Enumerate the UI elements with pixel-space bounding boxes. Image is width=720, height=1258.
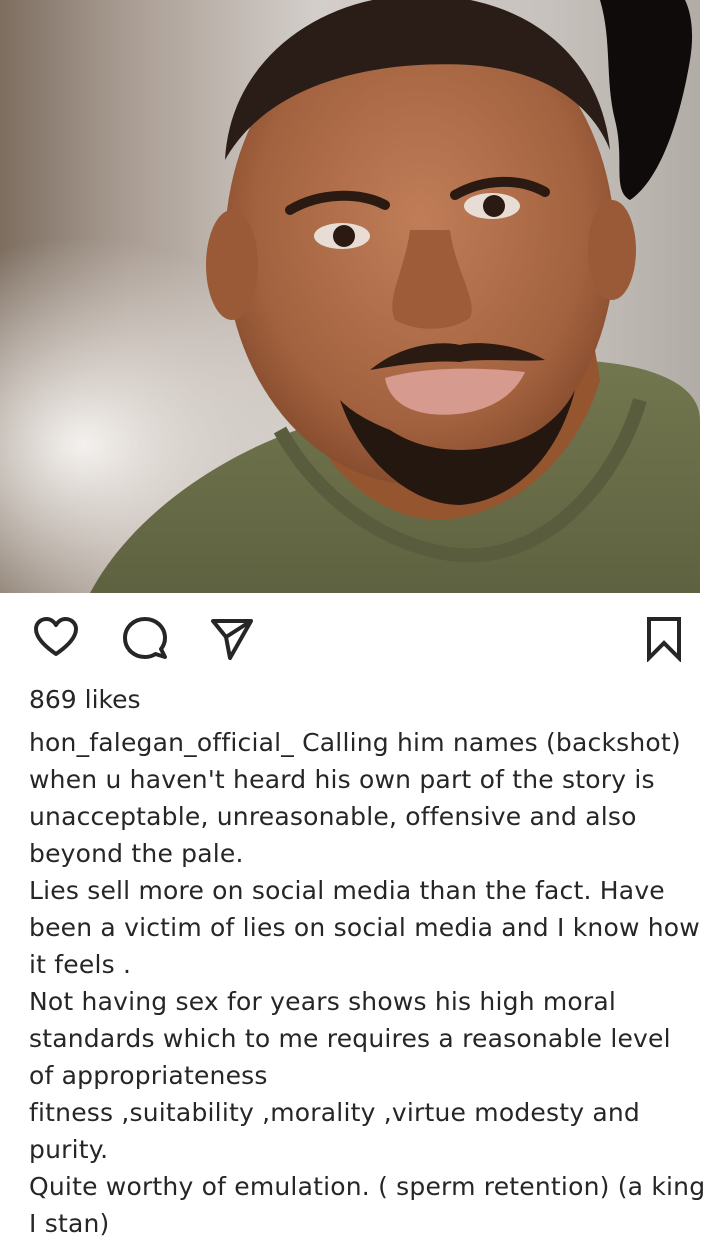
caption-line: fitness ,suitability ,morality ,virtue m… bbox=[29, 1098, 640, 1127]
caption-username[interactable]: hon_falegan_official_ bbox=[29, 728, 294, 757]
caption-line: Not having sex for years shows his high … bbox=[29, 987, 617, 1016]
caption-line: Quite worthy of emulation. ( sperm reten… bbox=[29, 1172, 706, 1201]
caption-line: unacceptable, unreasonable, offensive an… bbox=[29, 802, 637, 831]
likes-count[interactable]: 869 likes bbox=[29, 684, 141, 716]
like-button[interactable] bbox=[32, 614, 80, 662]
share-button[interactable] bbox=[208, 614, 256, 662]
caption-line: it feels . bbox=[29, 950, 132, 979]
comment-button[interactable] bbox=[121, 614, 169, 662]
caption-line: been a victim of lies on social media an… bbox=[29, 913, 700, 942]
save-button[interactable] bbox=[640, 614, 688, 662]
caption-line: of appropriateness bbox=[29, 1061, 268, 1090]
speech-bubble-icon bbox=[123, 617, 167, 659]
paper-plane-icon bbox=[211, 619, 253, 660]
caption-text: Calling him names (backshot) bbox=[302, 728, 681, 757]
caption-line: standards which to me requires a reasona… bbox=[29, 1024, 671, 1053]
caption-line: purity. bbox=[29, 1135, 109, 1164]
caption-line: when u haven't heard his own part of the… bbox=[29, 765, 655, 794]
post-caption: hon_falegan_official_ Calling him names … bbox=[29, 724, 706, 1242]
caption-line: beyond the pale. bbox=[29, 839, 244, 868]
portrait-photo bbox=[0, 0, 700, 593]
bookmark-icon bbox=[647, 617, 681, 662]
post-action-bar bbox=[0, 606, 720, 670]
heart-outline-icon bbox=[34, 617, 78, 656]
post-image[interactable] bbox=[0, 0, 700, 593]
caption-line: Lies sell more on social media than the … bbox=[29, 876, 665, 905]
caption-line-first: hon_falegan_official_ Calling him names … bbox=[29, 724, 699, 761]
caption-line: I stan) bbox=[29, 1209, 110, 1238]
